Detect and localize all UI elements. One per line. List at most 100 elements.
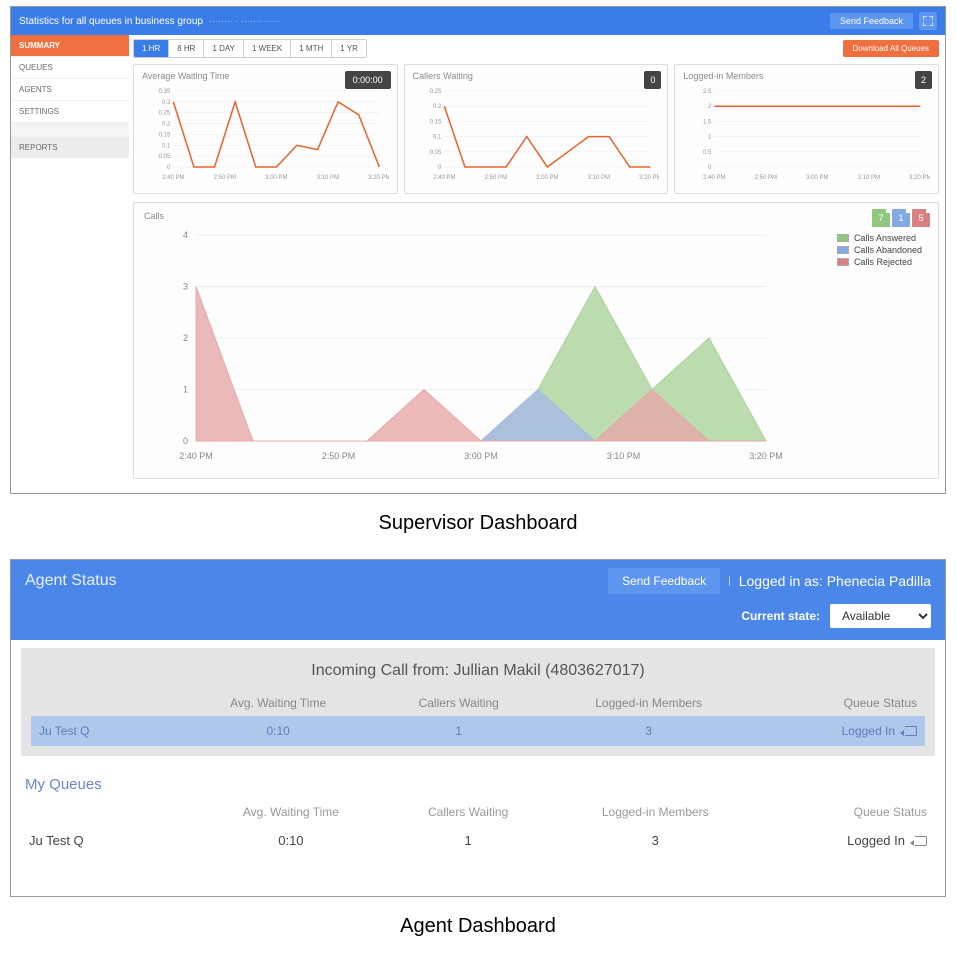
- range-1week[interactable]: 1 WEEK: [244, 40, 291, 57]
- col-callers: Callers Waiting: [375, 690, 542, 716]
- svg-text:0: 0: [183, 436, 188, 446]
- svg-text:2:40 PM: 2:40 PM: [433, 175, 455, 181]
- card-title: Calls: [144, 211, 928, 221]
- sidebar-item-reports[interactable]: REPORTS: [11, 137, 129, 158]
- incoming-table: Avg. Waiting Time Callers Waiting Logged…: [31, 690, 925, 746]
- supervisor-header: Statistics for all queues in business gr…: [11, 7, 945, 35]
- time-range-group: 1 HR 8 HR 1 DAY 1 WEEK 1 MTH 1 YR: [133, 39, 367, 58]
- card-badge: 0: [644, 71, 661, 89]
- queue-row[interactable]: Ju Test Q 0:10 1 3 Logged In: [25, 825, 931, 856]
- supervisor-dashboard: Statistics for all queues in business gr…: [10, 6, 946, 494]
- calls-legend: Calls Answered Calls Abandoned Calls Rej…: [837, 233, 922, 269]
- card-title: Logged-in Members: [683, 71, 930, 81]
- my-queues-table: Avg. Waiting Time Callers Waiting Logged…: [25, 799, 931, 856]
- card-badge: 0:00:00: [345, 71, 391, 89]
- cell-callers: 1: [375, 716, 542, 746]
- avg-wait-chart: 00.050.10.150.20.250.30.352:40 PM2:50 PM…: [142, 83, 389, 183]
- agent-header: Agent Status Send Feedback | Logged in a…: [11, 560, 945, 640]
- svg-text:3:00 PM: 3:00 PM: [807, 175, 829, 181]
- badge-answered: 7: [872, 209, 890, 227]
- svg-text:1.5: 1.5: [703, 119, 712, 125]
- range-1mth[interactable]: 1 MTH: [291, 40, 332, 57]
- svg-text:2.5: 2.5: [703, 89, 712, 95]
- svg-text:4: 4: [183, 230, 188, 240]
- incoming-panel: Incoming Call from: Jullian Makil (48036…: [21, 648, 935, 756]
- range-8hr[interactable]: 8 HR: [169, 40, 204, 57]
- svg-text:0.1: 0.1: [433, 135, 442, 141]
- col-callers: Callers Waiting: [387, 799, 550, 825]
- callers-chart: 00.050.10.150.20.252:40 PM2:50 PM3:00 PM…: [413, 83, 660, 183]
- send-feedback-button[interactable]: Send Feedback: [830, 13, 913, 29]
- cell-callers: 1: [387, 825, 550, 856]
- sidebar-item-settings[interactable]: SETTINGS: [11, 101, 129, 123]
- sidebar: SUMMARY QUEUES AGENTS SETTINGS REPORTS: [11, 35, 129, 493]
- svg-text:3:00 PM: 3:00 PM: [464, 451, 498, 461]
- cell-status: Logged In: [761, 825, 931, 856]
- svg-text:0.1: 0.1: [162, 143, 171, 149]
- svg-text:0: 0: [167, 165, 171, 171]
- svg-text:3:20 PM: 3:20 PM: [639, 175, 660, 181]
- card-avg-wait: Average Waiting Time 0:00:00 00.050.10.1…: [133, 64, 398, 194]
- cell-status: Logged In: [755, 716, 925, 746]
- cell-avg: 0:10: [195, 825, 387, 856]
- svg-text:2:50 PM: 2:50 PM: [484, 175, 506, 181]
- expand-icon[interactable]: [919, 12, 937, 30]
- cell-queue-name: Ju Test Q: [31, 716, 181, 746]
- col-members: Logged-in Members: [542, 690, 755, 716]
- current-state-select[interactable]: Available: [830, 604, 931, 628]
- svg-text:2:50 PM: 2:50 PM: [755, 175, 777, 181]
- cell-avg: 0:10: [181, 716, 375, 746]
- svg-text:1: 1: [708, 135, 712, 141]
- logout-icon[interactable]: [905, 726, 917, 736]
- svg-text:0.5: 0.5: [703, 150, 712, 156]
- current-state-label: Current state:: [741, 609, 820, 623]
- members-chart: 00.511.522.52:40 PM2:50 PM3:00 PM3:10 PM…: [683, 83, 930, 183]
- svg-text:0.2: 0.2: [433, 104, 442, 110]
- logout-icon[interactable]: [915, 836, 927, 846]
- legend-abandoned: Calls Abandoned: [854, 245, 922, 255]
- svg-text:3:10 PM: 3:10 PM: [587, 175, 609, 181]
- svg-text:3:00 PM: 3:00 PM: [265, 175, 287, 181]
- card-title: Callers Waiting: [413, 71, 660, 81]
- svg-text:2:50 PM: 2:50 PM: [214, 175, 236, 181]
- col-status: Queue Status: [761, 799, 931, 825]
- calls-badges: 7 1 5: [872, 209, 930, 227]
- download-all-button[interactable]: Download All Queues: [843, 40, 940, 57]
- incoming-row[interactable]: Ju Test Q 0:10 1 3 Logged In: [31, 716, 925, 746]
- card-callers-waiting: Callers Waiting 0 0 0.05 0.1 0.15 0.2 0.25 2:4…: [404, 64, 669, 194]
- sidebar-item-agents[interactable]: AGENTS: [11, 79, 129, 101]
- badge-abandoned: 1: [892, 209, 910, 227]
- svg-text:0.05: 0.05: [159, 154, 171, 160]
- svg-text:2:50 PM: 2:50 PM: [322, 451, 356, 461]
- header-title: Statistics for all queues in business gr…: [19, 16, 203, 27]
- range-1yr[interactable]: 1 YR: [332, 40, 366, 57]
- range-1day[interactable]: 1 DAY: [204, 40, 244, 57]
- svg-text:3:10 PM: 3:10 PM: [317, 175, 339, 181]
- svg-text:0.2: 0.2: [162, 122, 171, 128]
- svg-text:0: 0: [438, 165, 442, 171]
- cell-members: 3: [542, 716, 755, 746]
- svg-text:3:20 PM: 3:20 PM: [368, 175, 389, 181]
- cell-queue-name: Ju Test Q: [25, 825, 195, 856]
- svg-text:0.25: 0.25: [429, 89, 441, 95]
- svg-text:0.05: 0.05: [429, 150, 441, 156]
- svg-text:2:40 PM: 2:40 PM: [179, 451, 213, 461]
- my-queues-title: My Queues: [25, 776, 931, 793]
- sidebar-item-summary[interactable]: SUMMARY: [11, 35, 129, 57]
- svg-text:2:40 PM: 2:40 PM: [704, 175, 726, 181]
- svg-text:2: 2: [183, 333, 188, 343]
- main-content: 1 HR 8 HR 1 DAY 1 WEEK 1 MTH 1 YR Downlo…: [129, 35, 945, 493]
- col-status: Queue Status: [755, 690, 925, 716]
- svg-text:3:10 PM: 3:10 PM: [858, 175, 880, 181]
- logged-in-as: Logged in as: Phenecia Padilla: [739, 573, 931, 589]
- sidebar-item-queues[interactable]: QUEUES: [11, 57, 129, 79]
- svg-text:0.25: 0.25: [159, 111, 171, 117]
- send-feedback-button[interactable]: Send Feedback: [608, 568, 720, 594]
- svg-text:3: 3: [183, 282, 188, 292]
- range-1hr[interactable]: 1 HR: [134, 40, 169, 57]
- calls-chart: 012342:40 PM2:50 PM3:00 PM3:10 PM3:20 PM: [144, 225, 928, 465]
- svg-text:3:20 PM: 3:20 PM: [910, 175, 931, 181]
- agent-title: Agent Status: [25, 572, 117, 590]
- svg-text:0.15: 0.15: [429, 119, 441, 125]
- col-members: Logged-in Members: [549, 799, 761, 825]
